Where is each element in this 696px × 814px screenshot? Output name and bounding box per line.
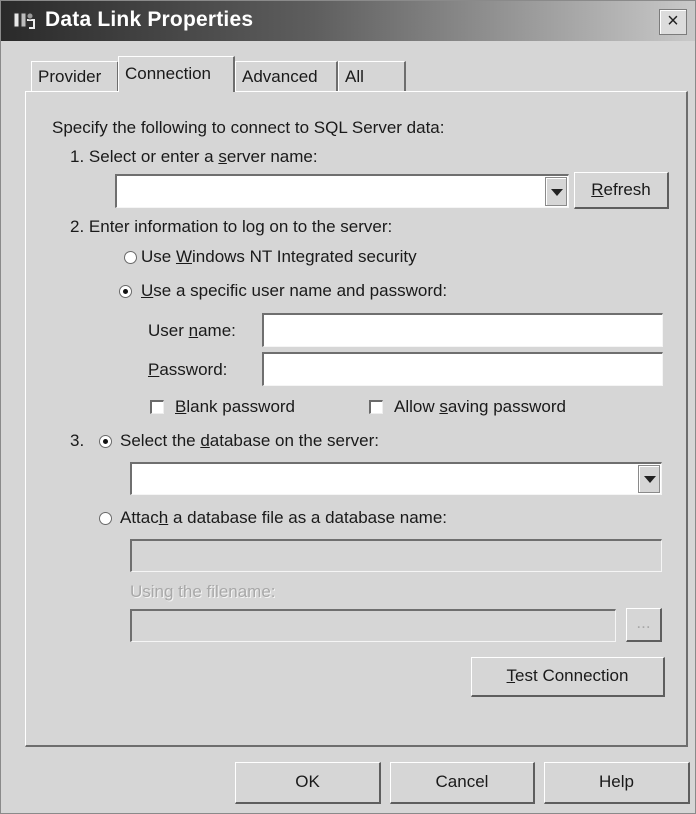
- allow-saving-password-checkbox[interactable]: [369, 400, 383, 414]
- data-link-icon: [13, 12, 35, 29]
- attach-database-name-input[interactable]: [130, 539, 662, 572]
- tab-connection[interactable]: Connection: [118, 56, 235, 92]
- select-database-label: Select the database on the server:: [120, 431, 379, 450]
- select-database-radio[interactable]: [99, 435, 112, 448]
- blank-password-label: Blank password: [175, 397, 296, 416]
- specific-user-radio[interactable]: [119, 285, 132, 298]
- attach-database-label: Attach a database file as a database nam…: [120, 508, 448, 527]
- allow-saving-password-label: Allow saving password: [394, 397, 566, 416]
- specific-user-label: Use a specific user name and password:: [141, 281, 448, 300]
- tab-label: All: [345, 67, 364, 86]
- chevron-down-icon[interactable]: [638, 465, 660, 493]
- attach-database-radio[interactable]: [99, 512, 112, 525]
- tab-all[interactable]: All: [338, 61, 406, 91]
- step1-label: 1. Select or enter a server name:: [70, 147, 318, 166]
- server-name-combobox[interactable]: [115, 174, 569, 208]
- tab-label: Provider: [38, 67, 102, 86]
- password-label: Password:: [148, 360, 228, 379]
- connection-tab-panel: Specify the following to connect to SQL …: [25, 91, 688, 747]
- tab-label: Advanced: [242, 67, 318, 86]
- step3-number: 3.: [70, 431, 85, 450]
- close-button[interactable]: ×: [659, 9, 687, 35]
- intro-text: Specify the following to connect to SQL …: [52, 118, 445, 137]
- browse-button[interactable]: ...: [626, 608, 662, 642]
- tab-provider[interactable]: Provider: [31, 61, 119, 91]
- chevron-down-icon[interactable]: [545, 177, 567, 206]
- password-input[interactable]: [262, 352, 663, 386]
- refresh-button[interactable]: Refresh: [574, 172, 669, 209]
- ok-button[interactable]: OK: [235, 762, 381, 804]
- window-title: Data Link Properties: [45, 8, 254, 31]
- close-icon: ×: [667, 10, 679, 32]
- tab-label: Connection: [125, 64, 212, 83]
- help-button[interactable]: Help: [544, 762, 690, 804]
- test-connection-button[interactable]: Test Connection: [471, 657, 665, 697]
- filename-label: Using the filename:: [130, 582, 276, 601]
- user-name-input[interactable]: [262, 313, 663, 347]
- tab-advanced[interactable]: Advanced: [235, 61, 338, 91]
- data-link-properties-dialog: Data Link Properties × Provider Connecti…: [0, 0, 696, 814]
- step2-label: 2. Enter information to log on to the se…: [70, 217, 393, 236]
- blank-password-checkbox[interactable]: [150, 400, 164, 414]
- windows-nt-security-radio[interactable]: [124, 251, 137, 264]
- title-bar[interactable]: Data Link Properties ×: [1, 1, 695, 41]
- filename-input[interactable]: [130, 609, 616, 642]
- database-combobox[interactable]: [130, 462, 662, 495]
- user-name-label: User name:: [148, 321, 236, 340]
- cancel-button[interactable]: Cancel: [390, 762, 535, 804]
- windows-nt-security-label: Use Windows NT Integrated security: [141, 247, 417, 266]
